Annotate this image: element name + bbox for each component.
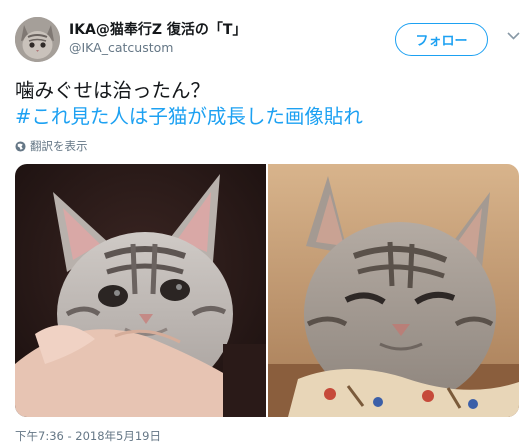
tweet-text: 噛みぐせは治ったん？ #これ見た人は子猫が成長した画像貼れ — [15, 78, 515, 130]
follow-button[interactable]: フォロー — [395, 23, 488, 56]
chevron-down-icon[interactable] — [506, 29, 520, 43]
tweet-text-line: 噛みぐせは治ったん？ — [15, 79, 211, 102]
cat-avatar-icon — [15, 17, 60, 62]
user-name-block[interactable]: IKA@猫奉行Z 復活の「T」 @IKA_catcustom — [69, 21, 246, 57]
kitten-image — [15, 164, 266, 417]
adult-cat-photo[interactable] — [268, 164, 519, 417]
hashtag-link[interactable]: #これ見た人は子猫が成長した画像貼れ — [15, 104, 515, 130]
media-grid — [15, 164, 519, 417]
tweet-timestamp[interactable]: 下午7:36 - 2018年5月19日 — [15, 428, 161, 444]
display-name[interactable]: IKA@猫奉行Z 復活の「T」 — [69, 21, 246, 39]
tweet-header: IKA@猫奉行Z 復活の「T」 @IKA_catcustom フォロー — [15, 17, 520, 65]
user-handle[interactable]: @IKA_catcustom — [69, 39, 246, 57]
translate-link[interactable]: 翻訳を表示 — [15, 138, 88, 154]
kitten-photo[interactable] — [15, 164, 266, 417]
user-avatar[interactable] — [15, 17, 60, 62]
adult-cat-image — [268, 164, 519, 417]
translate-label[interactable]: 翻訳を表示 — [30, 138, 88, 154]
globe-icon — [15, 140, 26, 152]
